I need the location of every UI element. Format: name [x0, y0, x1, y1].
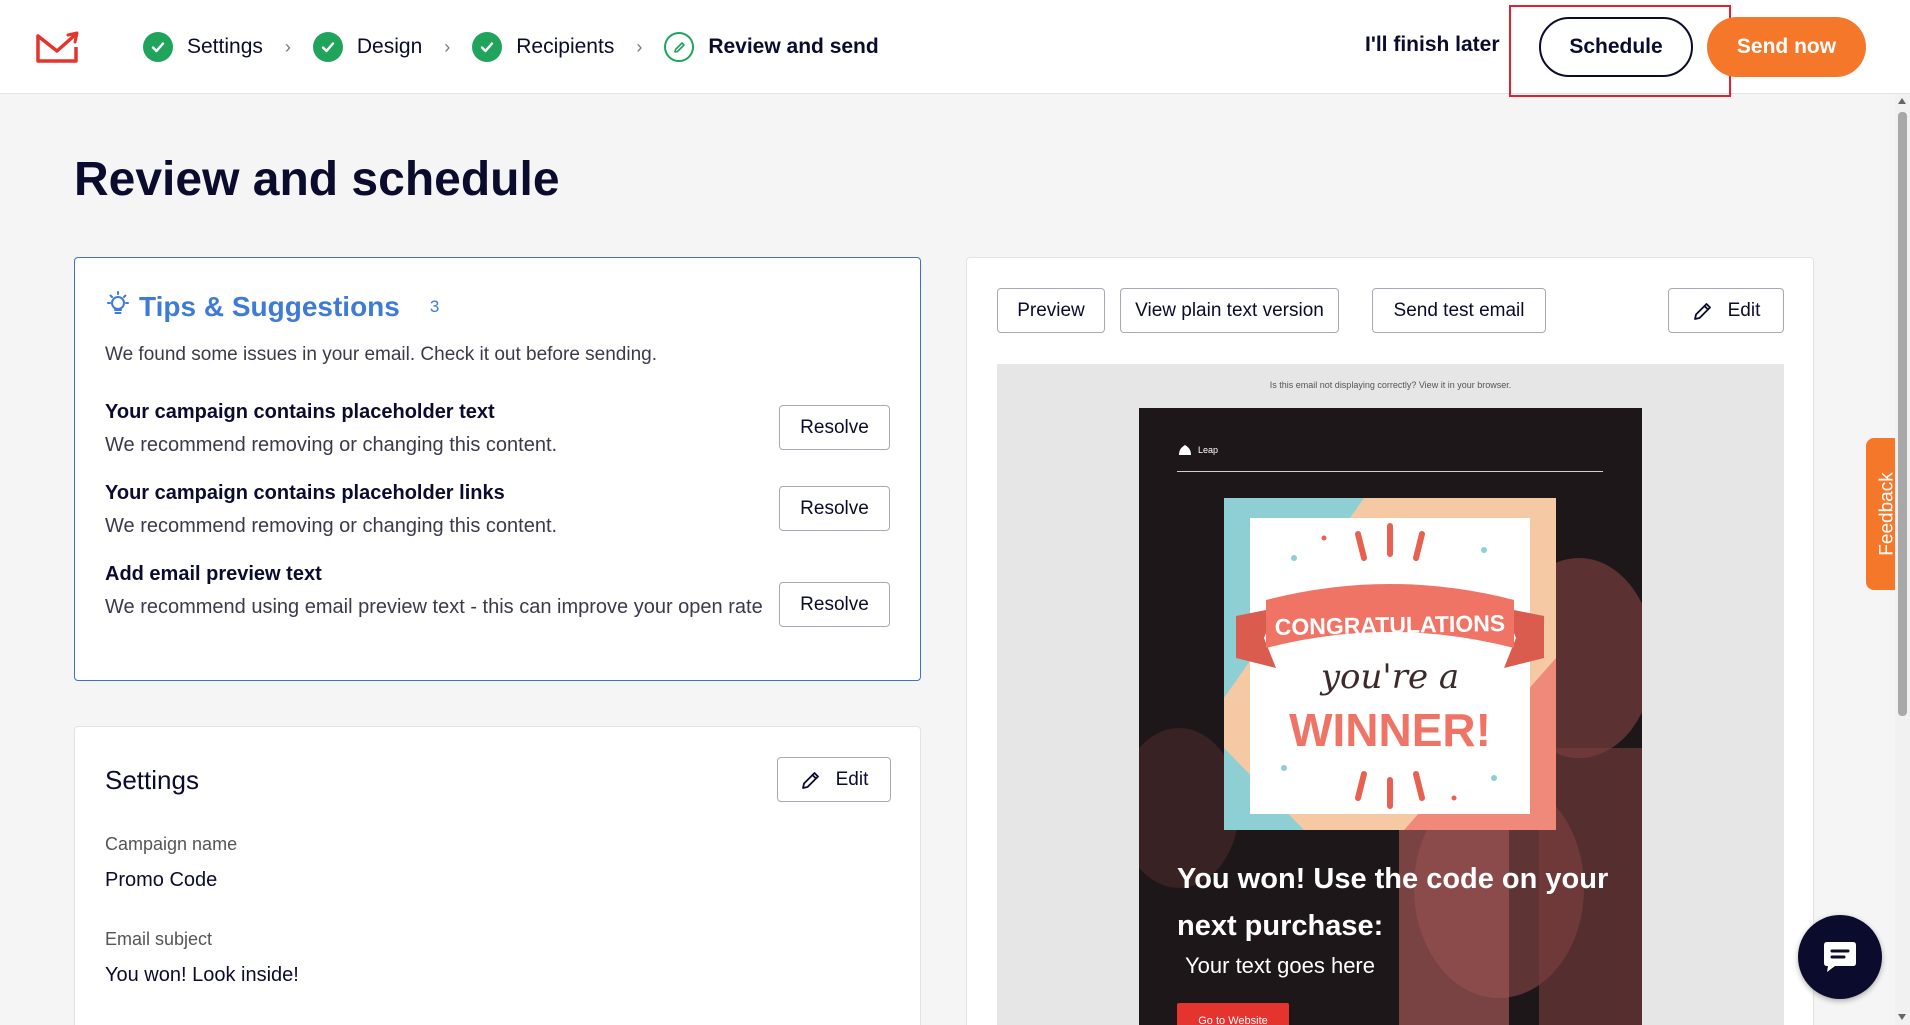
- leap-logo-icon: [1179, 445, 1191, 455]
- page-scrollbar[interactable]: [1895, 94, 1910, 1025]
- step-review-and-send[interactable]: Review and send: [664, 32, 879, 62]
- chat-icon: [1824, 942, 1856, 972]
- email-subject-value: You won! Look inside!: [105, 964, 299, 986]
- browser-view-note[interactable]: Is this email not displaying correctly? …: [997, 380, 1784, 390]
- scroll-down-arrow-icon[interactable]: [1898, 1014, 1906, 1020]
- step-settings[interactable]: Settings: [143, 32, 263, 62]
- check-icon: [312, 32, 343, 62]
- scrollbar-thumb[interactable]: [1898, 112, 1907, 716]
- step-label: Design: [356, 35, 423, 58]
- header-divider: [1177, 471, 1603, 472]
- preview-button[interactable]: Preview: [997, 288, 1105, 333]
- congratulations-image: CONGRATULATIONS you're a WINNER!: [1224, 498, 1556, 830]
- step-label: Settings: [187, 35, 263, 58]
- go-to-website-button[interactable]: Go to Website: [1177, 1003, 1289, 1025]
- email-preview-frame: Is this email not displaying correctly? …: [997, 364, 1784, 1025]
- issue-title: Add email preview text: [105, 563, 322, 585]
- send-test-email-button[interactable]: Send test email: [1372, 288, 1546, 333]
- brand-name: Leap: [1198, 445, 1219, 455]
- lightbulb-icon: [105, 290, 131, 323]
- email-headline: You won! Use the code on your next purch…: [1177, 863, 1609, 942]
- issue-item: Your campaign contains placeholder links…: [105, 482, 765, 541]
- resolve-button[interactable]: Resolve: [779, 582, 890, 627]
- tips-intro: We found some issues in your email. Chec…: [105, 344, 657, 365]
- issue-title: Your campaign contains placeholder text: [105, 401, 495, 423]
- resolve-button[interactable]: Resolve: [779, 405, 890, 450]
- issue-item: Add email preview text We recommend usin…: [105, 563, 765, 622]
- edit-label: Edit: [835, 768, 869, 790]
- finish-later-link[interactable]: I'll finish later: [1365, 33, 1500, 57]
- tips-title: Tips & Suggestions: [139, 290, 400, 322]
- top-bar: Settings › Design › Recipients › Review …: [0, 0, 1910, 97]
- edit-label: Edit: [1727, 299, 1761, 321]
- chat-button[interactable]: [1798, 915, 1882, 999]
- leap-brand-logo: Leap: [1177, 444, 1218, 456]
- issue-description: We recommend removing or changing this c…: [105, 434, 558, 456]
- email-subtext: Your text goes here: [1185, 953, 1375, 978]
- step-design[interactable]: Design: [312, 32, 423, 62]
- chevron-right-icon: ›: [444, 36, 451, 57]
- tips-header: Tips & Suggestions 3: [105, 290, 439, 323]
- stepper: Settings › Design › Recipients › Review …: [143, 30, 879, 64]
- issue-title: Your campaign contains placeholder links: [105, 482, 505, 504]
- email-subject-label: Email subject: [105, 929, 213, 949]
- check-icon: [143, 32, 173, 62]
- settings-title: Settings: [105, 765, 199, 795]
- scroll-up-arrow-icon[interactable]: [1898, 98, 1906, 104]
- resolve-button[interactable]: Resolve: [779, 486, 890, 531]
- tips-card: Tips & Suggestions 3 We found some issue…: [74, 257, 921, 681]
- settings-edit-button[interactable]: Edit: [777, 757, 891, 802]
- page-title: Review and schedule: [74, 153, 560, 206]
- settings-card: Settings Edit Campaign name Promo Code E…: [74, 726, 921, 1025]
- preview-card: Preview View plain text version Send tes…: [966, 257, 1814, 1025]
- campaign-name-label: Campaign name: [105, 834, 238, 854]
- tips-count-badge: 3: [429, 296, 440, 316]
- image-text-congratulations: CONGRATULATIONS: [1275, 610, 1506, 640]
- step-label: Review and send: [708, 35, 879, 58]
- check-icon: [472, 32, 503, 62]
- pencil-icon: [801, 771, 819, 789]
- schedule-button[interactable]: Schedule: [1539, 17, 1693, 77]
- preview-edit-button[interactable]: Edit: [1668, 288, 1784, 333]
- issue-description: We recommend using email preview text - …: [105, 596, 763, 618]
- image-text-winner: WINNER!: [1289, 704, 1491, 756]
- email-body: Leap CONGRATULATIONS you're a WINNER! Yo…: [1139, 408, 1642, 1025]
- chevron-right-icon: ›: [284, 36, 291, 57]
- chevron-right-icon: ›: [636, 36, 643, 57]
- step-label: Recipients: [516, 35, 615, 58]
- send-now-button[interactable]: Send now: [1707, 17, 1866, 77]
- mail-logo-icon[interactable]: [35, 30, 81, 64]
- pencil-icon: [1693, 302, 1711, 320]
- view-plain-text-button[interactable]: View plain text version: [1120, 288, 1339, 333]
- image-text-youre-a: you're a: [1319, 657, 1459, 697]
- issue-item: Your campaign contains placeholder text …: [105, 401, 765, 460]
- issue-description: We recommend removing or changing this c…: [105, 515, 558, 537]
- step-recipients[interactable]: Recipients: [472, 32, 614, 62]
- campaign-name-value: Promo Code: [105, 869, 218, 891]
- pencil-icon: [664, 32, 695, 62]
